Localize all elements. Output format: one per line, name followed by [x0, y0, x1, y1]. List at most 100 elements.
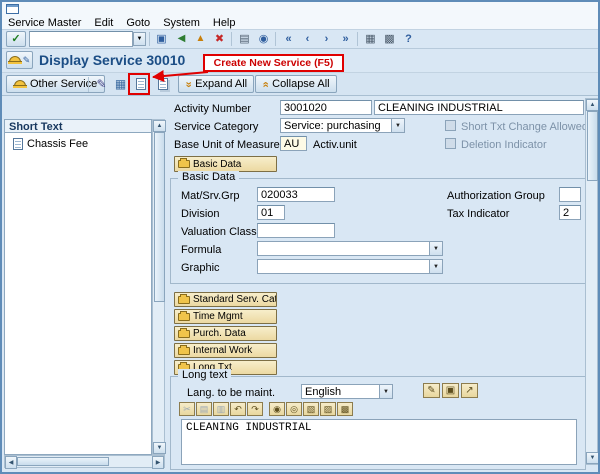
tab-basic-data[interactable]: Basic Data: [174, 156, 277, 172]
insert-line-button[interactable]: ▧: [303, 402, 319, 416]
shortcut-icon: ▩: [384, 34, 394, 45]
back-button[interactable]: ◀: [172, 31, 191, 47]
exit-button[interactable]: ▲: [191, 31, 210, 47]
menu-item-goto[interactable]: Goto: [126, 17, 150, 29]
mat-srv-grp-field[interactable]: [257, 187, 335, 202]
scroll-down-button[interactable]: ▼: [153, 442, 166, 454]
graphic-dropdown[interactable]: ▼: [257, 259, 443, 274]
tax-indicator-field[interactable]: [559, 205, 581, 220]
new-session-button[interactable]: ▦: [361, 31, 380, 47]
format-text-button[interactable]: ▩: [337, 402, 353, 416]
sap-gui-window: Service Master Edit Goto System Help ✓ ▼…: [0, 0, 600, 474]
scrollbar-thumb[interactable]: [587, 111, 598, 181]
paste-button[interactable]: ▥: [213, 402, 229, 416]
chevron-left-icon: ◀: [9, 459, 14, 466]
delete-line-button[interactable]: ▨: [320, 402, 336, 416]
division-field[interactable]: [257, 205, 285, 220]
display-text-button[interactable]: ▣: [442, 383, 459, 398]
command-dropdown-button[interactable]: ▼: [133, 32, 146, 46]
base-unit-field[interactable]: [280, 136, 307, 151]
menu-item-system[interactable]: System: [163, 17, 200, 29]
chevron-down-icon[interactable]: ▼: [379, 385, 392, 398]
valuation-class-field[interactable]: [257, 223, 335, 238]
service-tree: Chassis Fee: [4, 133, 152, 455]
save-icon: ▣: [156, 34, 166, 45]
tree-item-chassis-fee[interactable]: Chassis Fee: [5, 133, 151, 150]
folder-icon: [178, 313, 190, 321]
annotation-highlight-rect: [128, 73, 150, 95]
formula-dropdown[interactable]: ▼: [257, 241, 443, 256]
scroll-up-button[interactable]: ▲: [586, 99, 599, 111]
scroll-up-button[interactable]: ▲: [153, 120, 166, 132]
tab-internal-work[interactable]: Internal Work: [174, 343, 277, 358]
help-icon: ?: [405, 34, 412, 45]
hard-hat-icon: [14, 80, 26, 87]
tree-horizontal-scrollbar: ◀ ▶: [4, 455, 165, 468]
scroll-down-button[interactable]: ▼: [586, 452, 599, 464]
find-text-button[interactable]: ◉: [269, 402, 285, 416]
chevron-down-glyph: ▼: [433, 264, 439, 270]
collapse-all-button[interactable]: « Collapse All: [255, 75, 337, 93]
menu-item-help[interactable]: Help: [213, 17, 236, 29]
scroll-left-button[interactable]: ◀: [5, 456, 17, 469]
change-text-button[interactable]: ✎: [423, 383, 440, 398]
copy-button[interactable]: ▤: [196, 402, 212, 416]
undo-icon: ↶: [234, 404, 242, 415]
chevron-down-icon[interactable]: ▼: [429, 260, 442, 273]
activity-number-field[interactable]: [280, 100, 372, 115]
long-text-groupbox: Long text Lang. to be maint. English ▼ ✎…: [170, 376, 586, 470]
find-next-button[interactable]: ◎: [286, 402, 302, 416]
next-page-button[interactable]: ›: [317, 31, 336, 47]
tree-header: Short Text: [4, 119, 152, 133]
undo-button[interactable]: ↶: [230, 402, 246, 416]
previous-page-button[interactable]: ‹: [298, 31, 317, 47]
tab-purch-data[interactable]: Purch. Data: [174, 326, 277, 341]
pencil-icon: ✎: [23, 56, 31, 65]
menu-item-service-master[interactable]: Service Master: [8, 17, 81, 29]
hard-hat-icon: [9, 56, 21, 63]
collapse-all-label: Collapse All: [272, 78, 329, 90]
cut-icon: ✂: [183, 404, 191, 415]
redo-icon: ↷: [251, 404, 259, 415]
scrollbar-thumb[interactable]: [17, 457, 109, 466]
copy-service-button[interactable]: [153, 75, 172, 93]
chevron-down-icon[interactable]: ▼: [391, 119, 404, 132]
tab-time-mgmt[interactable]: Time Mgmt: [174, 309, 277, 324]
create-shortcut-button[interactable]: ▩: [380, 31, 399, 47]
language-dropdown[interactable]: English ▼: [301, 384, 393, 399]
last-page-button[interactable]: »: [336, 31, 355, 47]
activity-description-field[interactable]: [374, 100, 584, 115]
first-page-button[interactable]: «: [279, 31, 298, 47]
cut-button[interactable]: ✂: [179, 402, 195, 416]
collapse-all-icon: «: [260, 81, 271, 87]
language-label: Lang. to be maint.: [187, 387, 275, 399]
enter-button[interactable]: ✓: [6, 31, 26, 47]
other-service-button[interactable]: Other Service: [6, 75, 105, 93]
menu-item-edit[interactable]: Edit: [94, 17, 113, 29]
goto-editor-button[interactable]: ↗: [461, 383, 478, 398]
authorization-group-field[interactable]: [559, 187, 581, 202]
service-master-icon-button[interactable]: ✎: [6, 51, 33, 69]
tree-item-label: Chassis Fee: [27, 138, 88, 150]
help-button[interactable]: ?: [399, 31, 418, 47]
print-button[interactable]: ▤: [235, 31, 254, 47]
scroll-right-button[interactable]: ▶: [152, 456, 164, 469]
display-change-button[interactable]: ✎: [92, 75, 111, 93]
paste-icon: ▥: [217, 404, 226, 415]
chevron-down-icon[interactable]: ▼: [429, 242, 442, 255]
find-button[interactable]: ◉: [254, 31, 273, 47]
cancel-button[interactable]: ✖: [210, 31, 229, 47]
display-change-icon: ✎: [96, 78, 106, 90]
window-icon: [6, 4, 19, 14]
chevron-down-icon: ▼: [137, 36, 143, 42]
activity-number-label: Activity Number: [174, 103, 251, 115]
scrollbar-thumb[interactable]: [154, 132, 165, 302]
service-category-dropdown[interactable]: Service: purchasing ▼: [280, 118, 405, 133]
command-field[interactable]: [29, 31, 133, 47]
redo-button[interactable]: ↷: [247, 402, 263, 416]
long-text-editor[interactable]: CLEANING INDUSTRIAL: [181, 419, 577, 465]
last-page-icon: »: [342, 34, 348, 45]
expand-all-button[interactable]: » Expand All: [178, 75, 254, 93]
save-button[interactable]: ▣: [152, 31, 171, 47]
tab-standard-serv-cat[interactable]: Standard Serv. Cat.: [174, 292, 277, 307]
